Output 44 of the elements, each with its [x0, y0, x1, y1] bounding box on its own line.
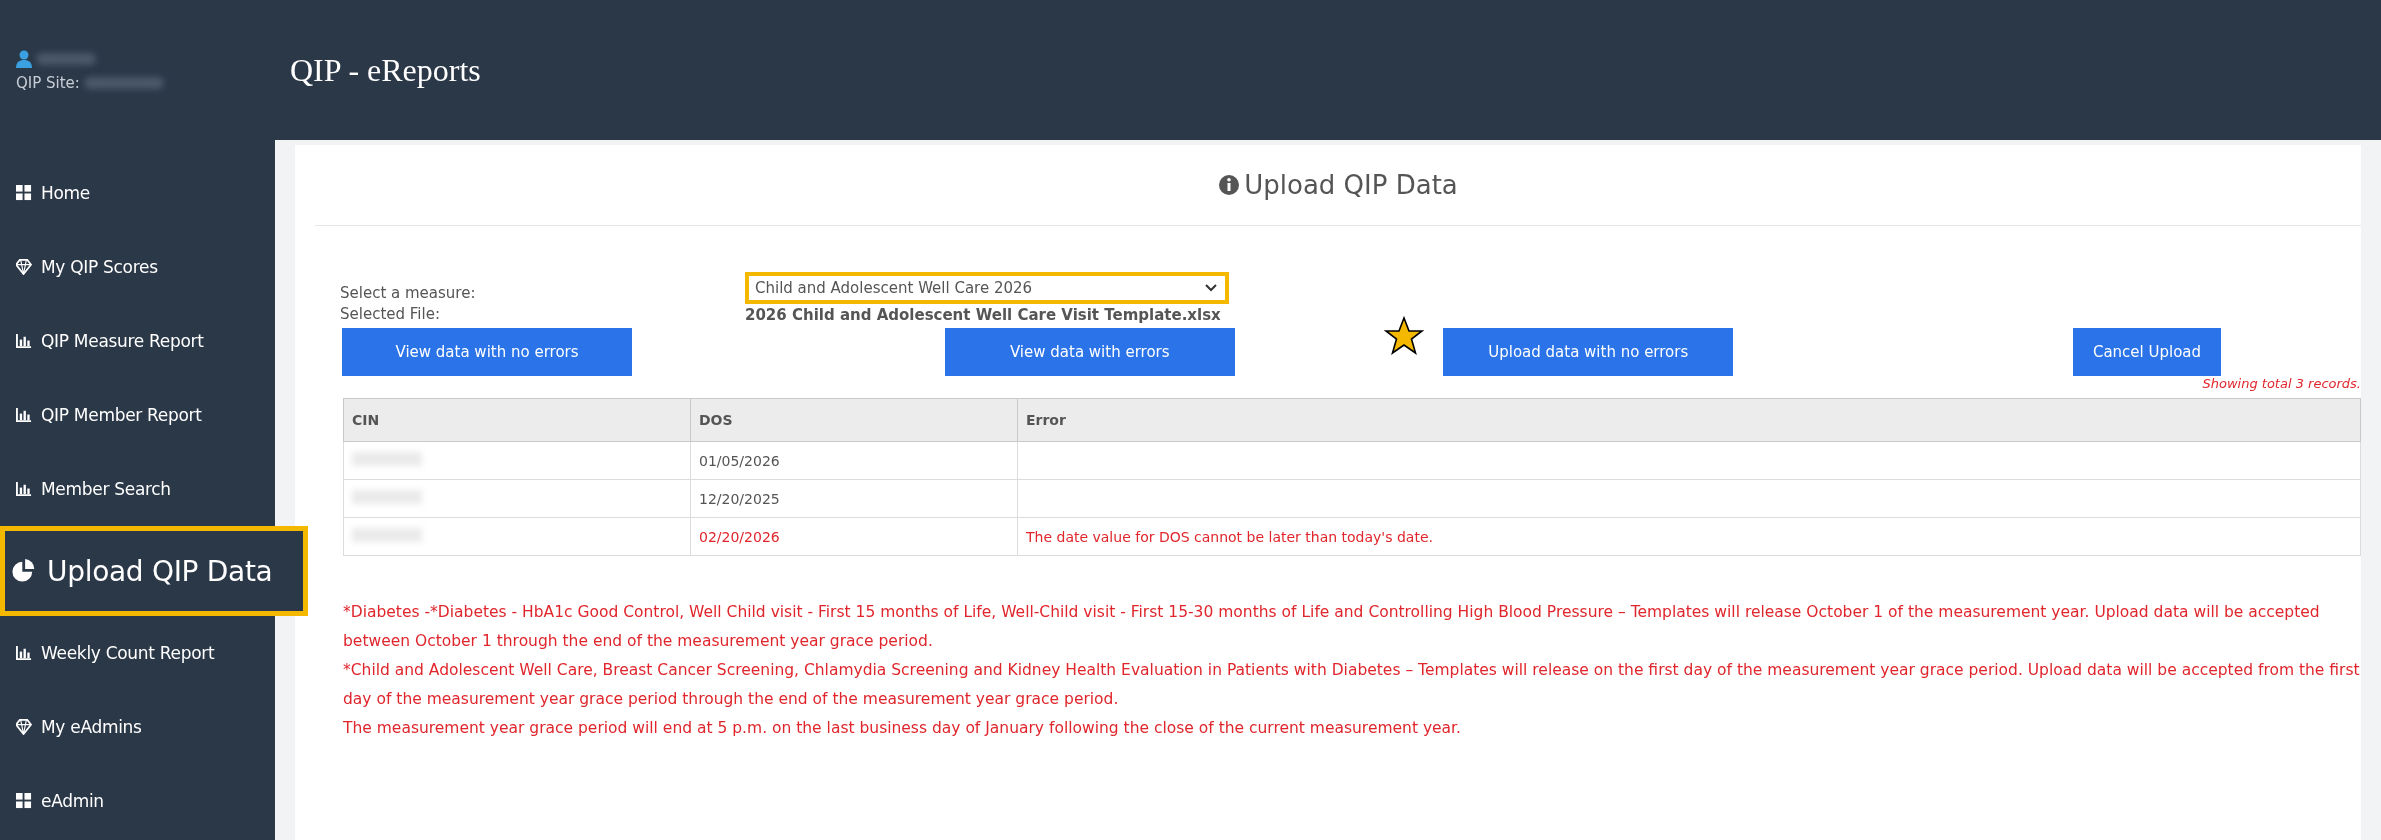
- note-text: The measurement year grace period will end at 5 p.m. on the last business day of January following the close of the current measurement year.: [343, 718, 1462, 739]
- column-header: Error: [1017, 398, 2361, 442]
- column-header: DOS: [690, 398, 1018, 442]
- measure-dropdown[interactable]: Child and Adolescent Well Care 2026: [745, 272, 1229, 304]
- bar-chart-icon: [16, 333, 32, 349]
- diamond-icon: [16, 259, 32, 275]
- table-cell: 12/20/2025: [690, 479, 1018, 518]
- action-button[interactable]: Cancel Upload: [2073, 328, 2221, 376]
- sidebar-item[interactable]: Weekly Count Report: [0, 616, 275, 690]
- sidebar-item[interactable]: Home: [0, 156, 275, 230]
- chevron-down-icon: [1205, 284, 1217, 292]
- sidebar-item[interactable]: eAdmin: [0, 764, 275, 838]
- app-title: QIP - eReports: [290, 51, 481, 89]
- sidebar-item[interactable]: Upload QIP Data: [0, 526, 308, 616]
- table-cell: 02/20/2026: [690, 517, 1018, 556]
- grid-icon: [16, 793, 32, 809]
- action-button[interactable]: Upload data with no errors: [1443, 328, 1734, 376]
- note-text: *Diabetes -*Diabetes - HbA1c Good Control, Well Child visit - First 15 months of Life, Well-Child visit - First 15-30 months of Life and Controlling High Blood Pressure – Templates will release October 1 of the measurement year. Upload data will be accepted between October 1 through the end of the measurement year grace period.: [343, 602, 2321, 652]
- records-count: Showing total 3 records.: [2202, 376, 2361, 393]
- action-button[interactable]: View data with errors: [944, 328, 1235, 376]
- user-icon: [16, 50, 32, 68]
- bar-chart-icon: [16, 645, 32, 661]
- sidebar-item[interactable]: My QIP Scores: [0, 230, 275, 304]
- column-header: CIN: [343, 398, 691, 442]
- blurred-text: [36, 53, 96, 65]
- info-icon: [1218, 174, 1241, 196]
- action-button[interactable]: View data with no errors: [342, 328, 632, 376]
- sidebar-item[interactable]: My eAdmins: [0, 690, 275, 764]
- diamond-icon: [16, 719, 32, 735]
- sidebar-item[interactable]: Member Search: [0, 452, 275, 526]
- field-label: Select a measure:: [340, 284, 477, 302]
- bar-chart-icon: [16, 481, 32, 497]
- error-message: The date value for DOS cannot be later than today's date.: [1026, 528, 1433, 545]
- sidebar-item[interactable]: QIP Measure Report: [0, 304, 275, 378]
- grid-icon: [16, 185, 32, 201]
- note-text: *Child and Adolescent Well Care, Breast Cancer Screening, Chlamydia Screening and Kidney Health Evaluation in Patients with Diabetes – Templates will release on the first day of the measurement year grace period. Upload data will be accepted from the first day of the measurement year grace period through the end of the measurement year grace period.: [343, 660, 2361, 710]
- pie-chart-icon: [11, 559, 35, 583]
- table-cell: 01/05/2026: [690, 441, 1018, 480]
- file-name: 2026 Child and Adolescent Well Care Visit Template.xlsx: [745, 306, 1222, 324]
- field-label: Selected File:: [340, 305, 441, 323]
- sidebar-item[interactable]: QIP Member Report: [0, 378, 275, 452]
- bar-chart-icon: [16, 407, 32, 423]
- page-title: Upload QIP Data: [1244, 170, 1458, 200]
- site-label: QIP Site:: [16, 74, 80, 92]
